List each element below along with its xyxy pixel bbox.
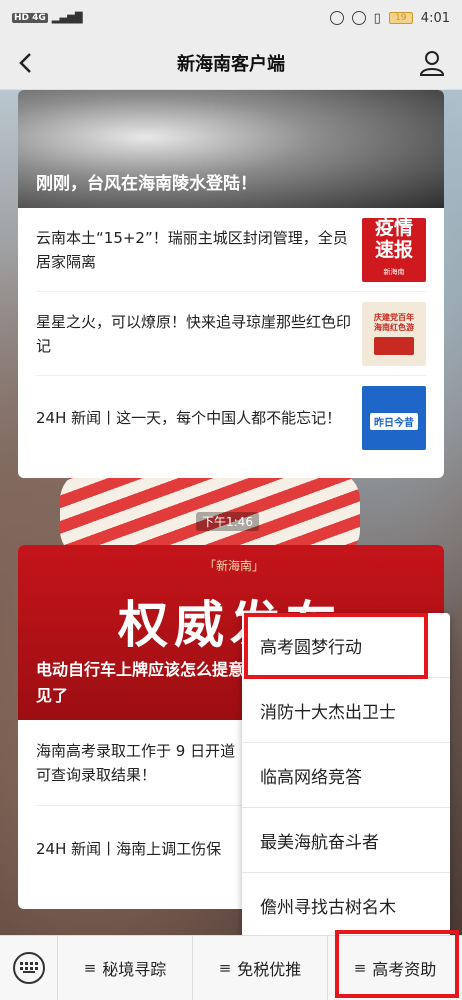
tab-duty-free[interactable]: ≡ 免税优推 <box>193 936 328 1000</box>
list-item[interactable]: 星星之火，可以燎原！快来追寻琼崖那些红色印记 庆建党百年 海南红色游 <box>36 292 426 376</box>
list-item[interactable]: 云南本土“15+2”！瑞丽主城区封闭管理，全员居家隔离 疫情 速报 新海南 <box>36 208 426 292</box>
status-bar: HD 4G ▂▄▆█ ▯ 19 4:01 <box>0 0 462 36</box>
menu-item-hna-strivers[interactable]: 最美海航奋斗者 <box>242 808 450 873</box>
keyboard-toggle[interactable] <box>0 936 58 1000</box>
eye-icon <box>329 11 344 25</box>
highlight-box <box>335 930 459 998</box>
news-title: 海南高考录取工作于 9 日开道可查询录取结果！ <box>36 741 236 784</box>
news-title: 24H 新闻丨这一天，每个中国人都不能忘记！ <box>36 409 342 427</box>
battery-icon: 19 <box>388 12 413 24</box>
alarm-icon <box>351 11 366 25</box>
news-card-1[interactable]: 刚刚，台风在海南陵水登陆！ 云南本土“15+2”！瑞丽主城区封闭管理，全员居家隔… <box>18 90 444 478</box>
signal-icon: ▂▄▆█ <box>51 12 83 24</box>
tab-secret-trails[interactable]: ≡ 秘境寻踪 <box>58 936 193 1000</box>
network-indicator: HD 4G ▂▄▆█ <box>12 13 83 24</box>
user-icon[interactable] <box>418 48 446 78</box>
menu-item-lingao-quiz[interactable]: 临高网络竞答 <box>242 743 450 808</box>
tab-label: 免税优推 <box>237 960 302 979</box>
page-title: 新海南客户端 <box>177 53 285 75</box>
clock: 4:01 <box>420 10 450 26</box>
hero-caption: 电动自行车上牌应该怎么提意见了 <box>36 660 245 705</box>
list-item[interactable]: 24H 新闻丨这一天，每个中国人都不能忘记！ 昨日今昔 <box>36 376 426 460</box>
back-arrow-icon[interactable] <box>12 48 42 78</box>
news-thumbnail: 庆建党百年 海南红色游 <box>362 301 426 366</box>
menu-icon: ≡ <box>83 959 97 977</box>
keyboard-icon <box>12 952 45 984</box>
network-label: HD 4G <box>12 13 48 23</box>
news-title: 星星之火，可以燎原！快来追寻琼崖那些红色印记 <box>36 312 352 355</box>
news-thumbnail: 疫情 速报 新海南 <box>362 217 426 282</box>
nav-bar: 新海南客户端 <box>0 36 462 90</box>
vibrate-icon: ▯ <box>373 10 381 26</box>
timestamp-tip: 下午1:46 <box>196 512 259 531</box>
news-title: 24H 新闻丨海南上调工伤保 <box>36 840 222 858</box>
hero-caption: 刚刚，台风在海南陵水登陆！ <box>36 174 257 194</box>
news-title: 云南本土“15+2”！瑞丽主城区封闭管理，全员居家隔离 <box>36 228 348 271</box>
menu-icon: ≡ <box>218 959 232 977</box>
highlight-box <box>244 613 428 679</box>
menu-item-fire-guards[interactable]: 消防十大杰出卫士 <box>242 678 450 743</box>
menu-item-danzhou-trees[interactable]: 儋州寻找古树名木 <box>242 873 450 938</box>
tab-label: 秘境寻踪 <box>102 960 167 979</box>
typhoon-hero-image[interactable]: 刚刚，台风在海南陵水登陆！ <box>18 90 444 208</box>
news-thumbnail: 昨日今昔 <box>362 386 426 450</box>
brand-logo: 「新海南」 <box>204 559 265 573</box>
